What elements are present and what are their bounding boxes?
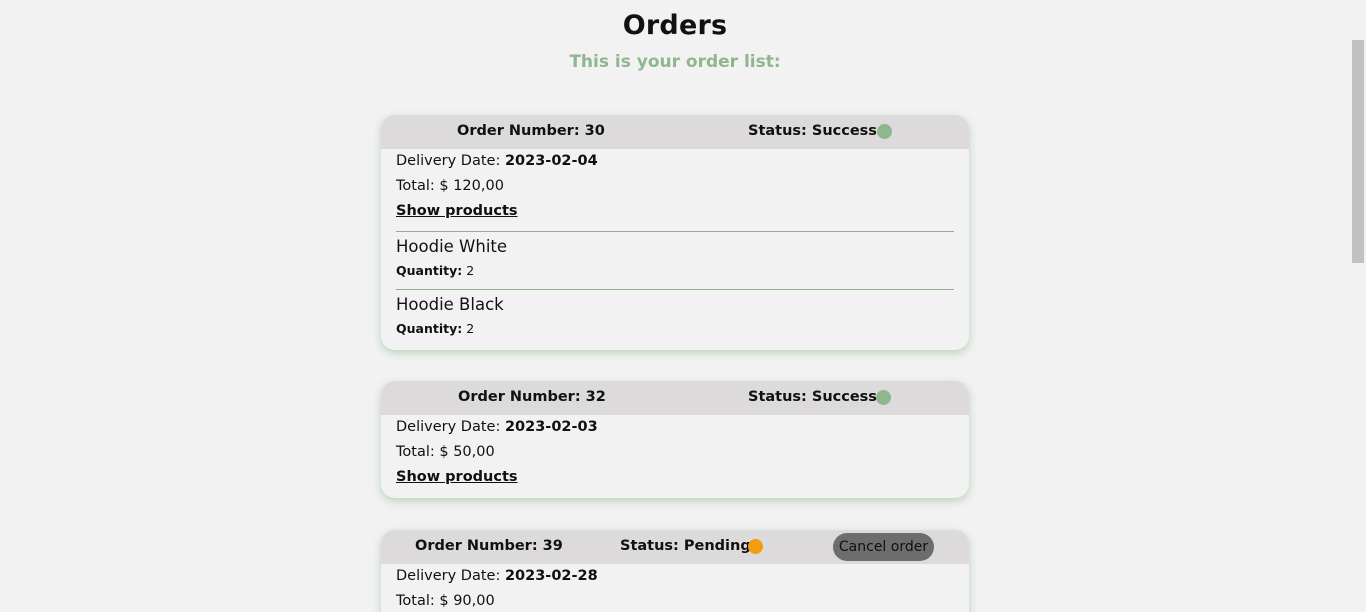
quantity-value: 2 <box>466 263 475 278</box>
delivery-date-row: Delivery Date: 2023-02-03 <box>396 415 954 440</box>
quantity-label: Quantity: <box>396 263 463 278</box>
scrollbar-thumb[interactable] <box>1352 40 1364 263</box>
delivery-date-label: Delivery Date: <box>396 153 501 169</box>
product-item: Hoodie Black Quantity: 2 <box>396 289 954 347</box>
order-total: Total: $ 90,00 <box>396 593 495 609</box>
page-scrollbar[interactable] <box>1350 0 1366 612</box>
delivery-date-value: 2023-02-04 <box>504 153 598 169</box>
delivery-date-row: Delivery Date: 2023-02-28 <box>396 564 954 589</box>
order-total: Total: $ 120,00 <box>396 178 504 194</box>
order-number: Order Number: 39 <box>415 538 563 554</box>
order-card: Order Number: 39 Status: Pending Cancel … <box>381 530 969 612</box>
product-quantity: Quantity: 2 <box>396 317 954 341</box>
order-number: Order Number: 32 <box>458 389 606 405</box>
order-card-header: Order Number: 39 Status: Pending Cancel … <box>381 530 969 564</box>
order-card-header: Order Number: 30 Status: Success <box>381 115 969 149</box>
orders-page: Orders This is your order list: Order Nu… <box>0 0 1350 612</box>
order-total: Total: $ 50,00 <box>396 444 495 460</box>
order-card-body: Delivery Date: 2023-02-03 Total: $ 50,00… <box>381 415 969 489</box>
delivery-date-label: Delivery Date: <box>396 568 501 584</box>
delivery-date-row: Delivery Date: 2023-02-04 <box>396 149 954 174</box>
product-name: Hoodie White <box>396 237 508 256</box>
status-indicator-icon <box>876 390 891 405</box>
order-card-body: Delivery Date: 2023-02-04 Total: $ 120,0… <box>381 149 969 347</box>
order-card-body: Delivery Date: 2023-02-28 Total: $ 90,00 <box>381 564 969 612</box>
order-number: Order Number: 30 <box>457 123 605 139</box>
product-quantity: Quantity: 2 <box>396 259 954 283</box>
order-card: Order Number: 30 Status: Success Deliver… <box>381 115 969 350</box>
status-indicator-icon <box>877 124 892 139</box>
product-item: Hoodie White Quantity: 2 <box>396 231 954 289</box>
order-status: Status: Success <box>748 389 877 405</box>
show-products-link[interactable]: Show products <box>396 199 518 223</box>
status-indicator-icon <box>748 539 763 554</box>
delivery-date-label: Delivery Date: <box>396 419 501 435</box>
delivery-date-value: 2023-02-28 <box>504 568 598 584</box>
order-status: Status: Success <box>748 123 877 139</box>
order-status: Status: Pending <box>620 538 751 554</box>
product-name: Hoodie Black <box>396 295 504 314</box>
page-title: Orders <box>622 10 728 41</box>
order-card-header: Order Number: 32 Status: Success <box>381 381 969 415</box>
show-products-link[interactable]: Show products <box>396 465 518 489</box>
delivery-date-value: 2023-02-03 <box>504 419 598 435</box>
quantity-label: Quantity: <box>396 321 463 336</box>
page-subtitle: This is your order list: <box>569 52 781 72</box>
order-card: Order Number: 32 Status: Success Deliver… <box>381 381 969 498</box>
cancel-order-button[interactable]: Cancel order <box>833 533 934 561</box>
quantity-value: 2 <box>466 321 475 336</box>
